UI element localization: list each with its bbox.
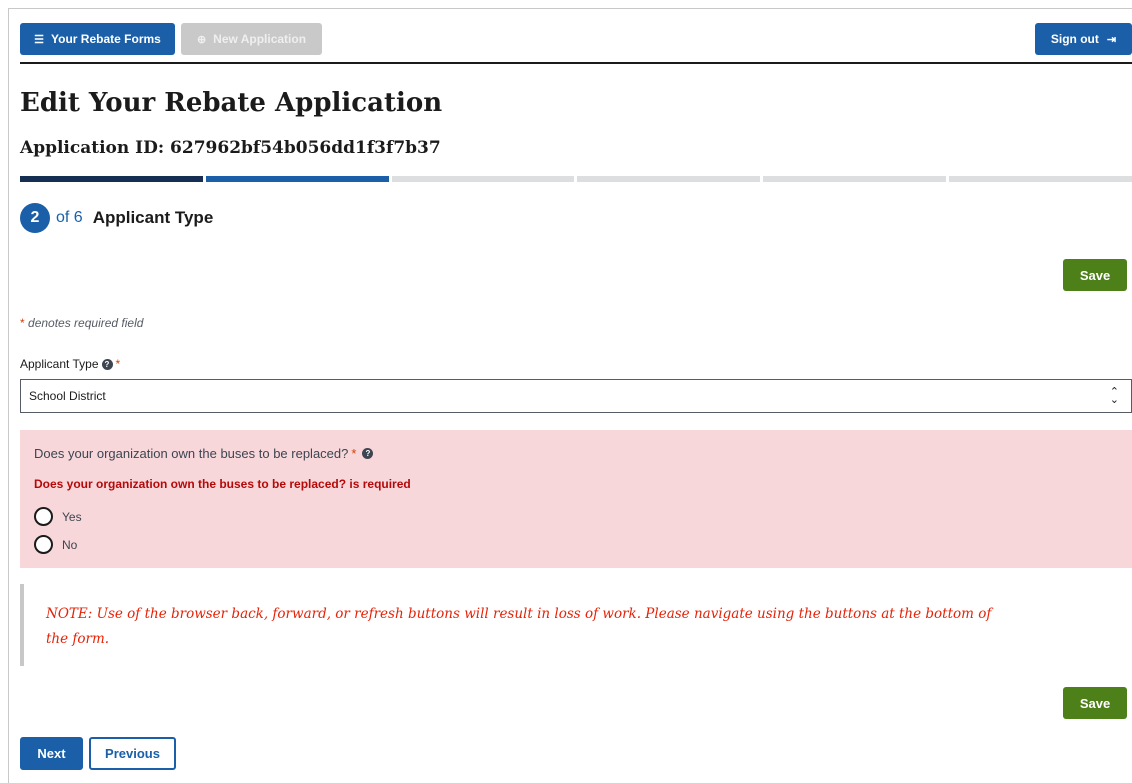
your-rebate-forms-label: Your Rebate Forms (51, 32, 161, 46)
progress-segment-6 (949, 176, 1132, 182)
help-icon[interactable]: ? (101, 358, 113, 370)
applicant-type-label-text: Applicant Type (20, 357, 99, 371)
progress-segment-1 (20, 176, 203, 182)
previous-button[interactable]: Previous (89, 737, 176, 770)
progress-segment-2 (205, 176, 389, 182)
radio-yes-label: Yes (62, 509, 82, 524)
radio-no[interactable] (34, 535, 53, 554)
required-star: * (20, 316, 25, 330)
own-buses-error-group: Does your organization own the buses to … (20, 430, 1132, 568)
progress-segment-4 (577, 176, 761, 182)
save-button-top[interactable]: Save (1063, 259, 1127, 291)
plus-circle-icon: ⊕ (196, 33, 207, 46)
radio-yes[interactable] (34, 507, 53, 526)
sign-out-icon: ⇥ (1106, 33, 1117, 46)
progress-segment-5 (763, 176, 947, 182)
required-note-text: denotes required field (28, 316, 144, 330)
page-title: Edit Your Rebate Application (20, 88, 443, 118)
new-application-label: New Application (213, 32, 307, 46)
required-field-note: * denotes required field (20, 316, 143, 330)
application-id: Application ID: 627962bf54b056dd1f3f7b37 (20, 138, 441, 158)
applicant-type-select[interactable]: School District ⌃ ⌄ (20, 379, 1132, 413)
save-button-bottom[interactable]: Save (1063, 687, 1127, 719)
help-icon[interactable]: ? (362, 448, 374, 459)
step-title: Applicant Type (92, 208, 214, 227)
sign-out-button[interactable]: Sign out ⇥ (1035, 23, 1132, 55)
progress-segment-3 (391, 176, 575, 182)
sign-out-label: Sign out (1050, 32, 1099, 46)
own-buses-error-message: Does your organization own the buses to … (34, 477, 411, 491)
applicant-type-selected-value: School District (29, 389, 106, 403)
navigation-warning-text: NOTE: Use of the browser back, forward, … (46, 606, 992, 647)
own-buses-question-text: Does your organization own the buses to … (34, 446, 349, 461)
own-buses-question: Does your organization own the buses to … (34, 446, 374, 461)
required-star: * (115, 357, 121, 371)
radio-option-yes[interactable]: Yes (34, 507, 82, 526)
header-divider (20, 62, 1132, 64)
step-count: of 6 (56, 209, 83, 226)
radio-option-no[interactable]: No (34, 535, 77, 554)
navigation-warning-note: NOTE: Use of the browser back, forward, … (20, 584, 1020, 666)
your-rebate-forms-button[interactable]: ☰ Your Rebate Forms (20, 23, 175, 55)
applicant-type-label: Applicant Type ? * (20, 357, 120, 371)
radio-no-label: No (62, 537, 78, 552)
next-button[interactable]: Next (20, 737, 83, 770)
select-caret-icon: ⌃ ⌄ (1109, 386, 1119, 406)
top-toolbar: ☰ Your Rebate Forms ⊕ New Application Si… (20, 23, 1132, 63)
step-number-badge: 2 (20, 203, 50, 233)
list-icon: ☰ (34, 33, 45, 46)
new-application-button[interactable]: ⊕ New Application (181, 23, 322, 55)
step-indicator: 2 of 6 Applicant Type (20, 203, 213, 233)
required-star: * (351, 446, 357, 461)
step-progress-bar (20, 176, 1132, 182)
